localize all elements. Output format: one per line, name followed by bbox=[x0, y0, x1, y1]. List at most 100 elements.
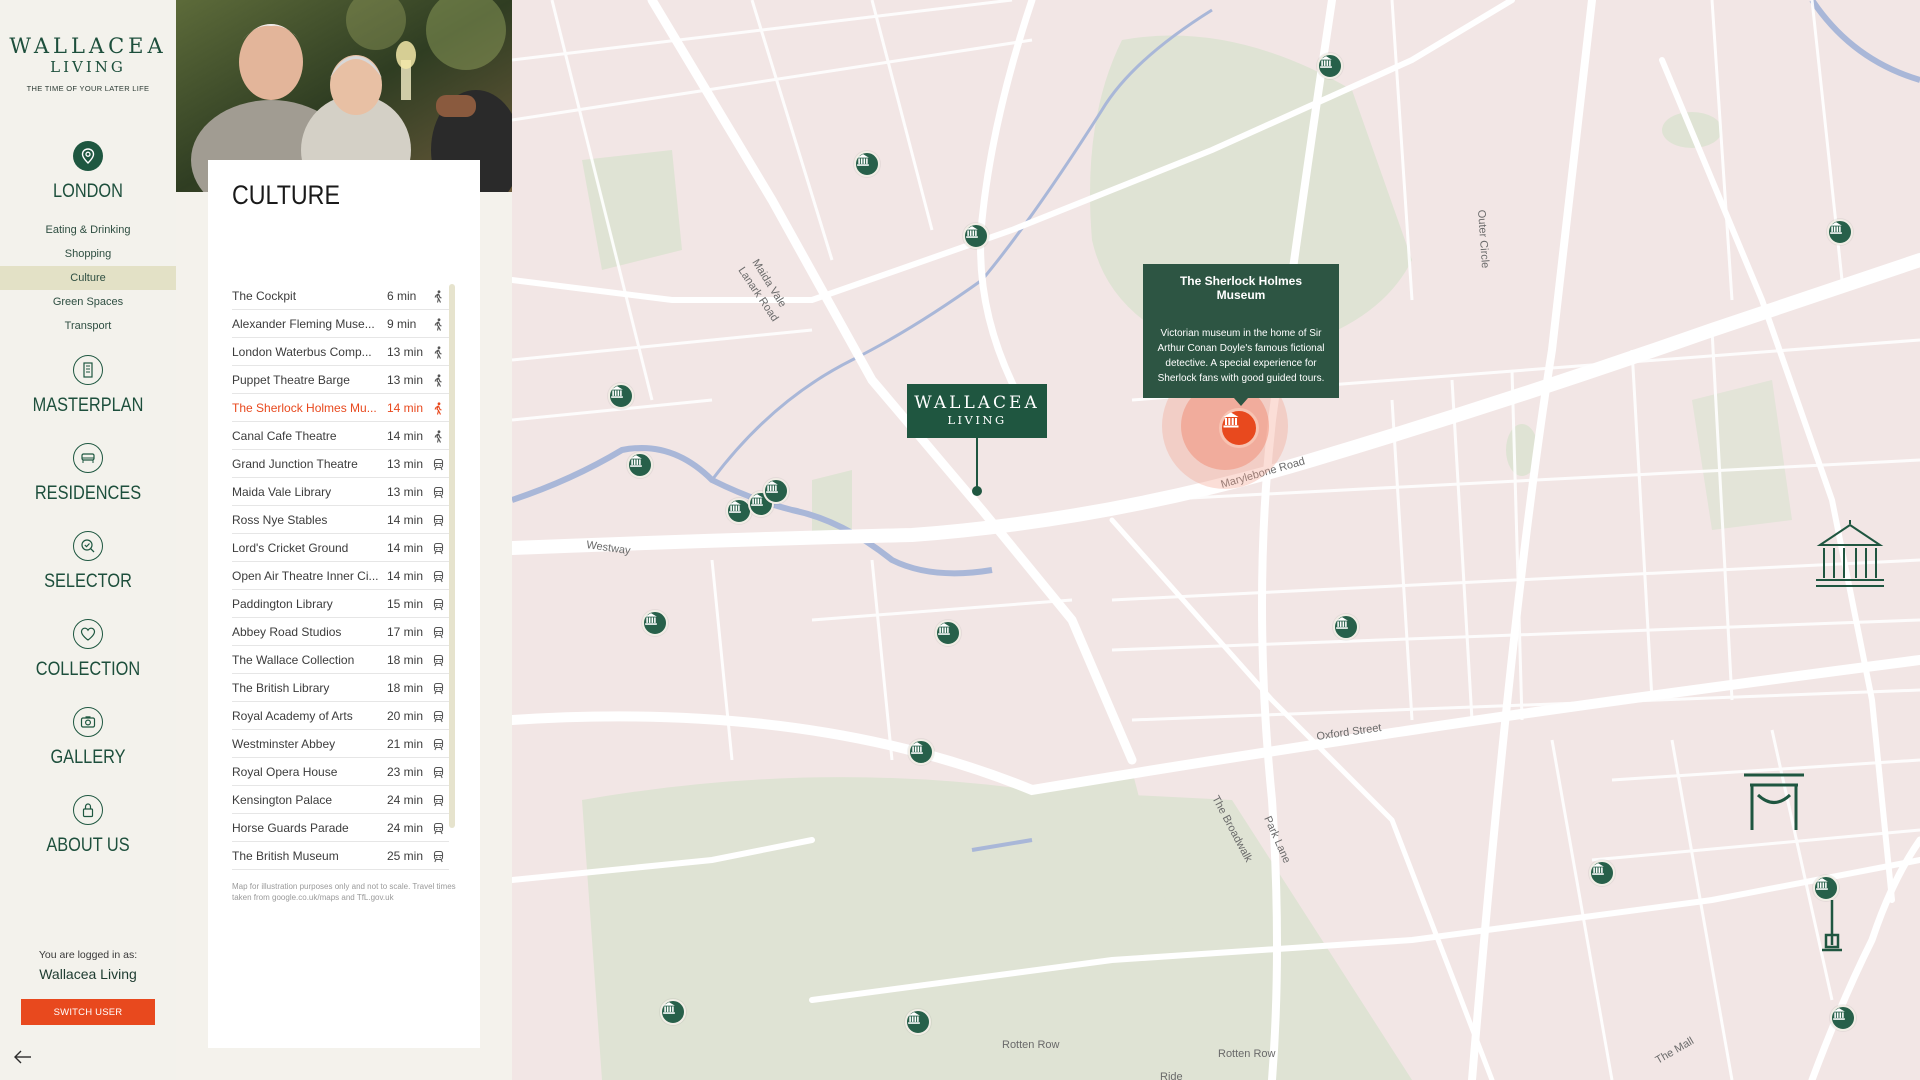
nav-residences[interactable]: RESIDENCES bbox=[0, 443, 176, 505]
nav-masterplan[interactable]: MASTERPLAN bbox=[0, 355, 176, 417]
heart-icon bbox=[73, 619, 103, 649]
culture-poi-marker[interactable] bbox=[608, 383, 634, 409]
map-canvas[interactable]: Maida Vale Lanark Road Westway Marylebon… bbox=[512, 0, 1920, 1080]
culture-list-item[interactable]: Canal Cafe Theatre 14 min bbox=[232, 422, 449, 450]
culture-list-item[interactable]: Abbey Road Studios 17 min bbox=[232, 618, 449, 646]
culture-poi-marker[interactable] bbox=[908, 739, 934, 765]
item-name: Westminster Abbey bbox=[232, 736, 336, 751]
culture-list-item[interactable]: The Sherlock Holmes Mu... 14 min bbox=[232, 394, 449, 422]
culture-poi-marker[interactable] bbox=[660, 999, 686, 1025]
culture-list-item[interactable]: The British Library 18 min bbox=[232, 674, 449, 702]
train-icon bbox=[432, 850, 445, 863]
culture-list-item[interactable]: Paddington Library 15 min bbox=[232, 590, 449, 618]
culture-list-item[interactable]: Horse Guards Parade 24 min bbox=[232, 814, 449, 842]
walking-icon bbox=[432, 318, 445, 331]
culture-poi-marker[interactable] bbox=[1827, 219, 1853, 245]
nav-selector[interactable]: SELECTOR bbox=[0, 531, 176, 593]
landmark-gate-icon bbox=[1744, 773, 1804, 830]
subnav-transport[interactable]: Transport bbox=[0, 314, 176, 338]
brand-line2: LIVING bbox=[50, 58, 126, 76]
item-name: Open Air Theatre Inner Ci... bbox=[232, 568, 379, 583]
culture-list-item[interactable]: Puppet Theatre Barge 13 min bbox=[232, 366, 449, 394]
culture-poi-marker[interactable] bbox=[1317, 53, 1343, 79]
list-scrollbar[interactable] bbox=[449, 284, 455, 828]
culture-list: The Cockpit 6 min Alexander Fleming Muse..… bbox=[232, 282, 449, 870]
culture-poi-marker[interactable] bbox=[763, 478, 789, 504]
culture-list-item[interactable]: Maida Vale Library 13 min bbox=[232, 478, 449, 506]
culture-list-item[interactable]: Alexander Fleming Muse... 9 min bbox=[232, 310, 449, 338]
item-name: London Waterbus Comp... bbox=[232, 344, 372, 359]
culture-poi-marker[interactable] bbox=[1589, 860, 1615, 886]
brand-tagline: THE TIME OF YOUR LATER LIFE bbox=[26, 84, 150, 93]
train-icon bbox=[432, 766, 445, 779]
subnav-shopping[interactable]: Shopping bbox=[0, 242, 176, 266]
subnav-eating-drinking[interactable]: Eating & Drinking bbox=[0, 218, 176, 242]
item-name: Abbey Road Studios bbox=[232, 624, 342, 639]
london-subnav: Eating & Drinking Shopping Culture Green… bbox=[0, 218, 176, 338]
item-time: 17 min bbox=[387, 624, 424, 639]
item-time: 6 min bbox=[387, 288, 417, 303]
train-icon bbox=[432, 794, 445, 807]
nav-gallery[interactable]: GALLERY bbox=[0, 707, 176, 769]
nav-about-us-label: ABOUT US bbox=[46, 835, 130, 856]
item-time: 21 min bbox=[387, 736, 424, 751]
culture-poi-marker[interactable] bbox=[1333, 614, 1359, 640]
culture-poi-marker[interactable] bbox=[935, 620, 961, 646]
brand-logo[interactable]: WALLACEA LIVING THE TIME OF YOUR LATER L… bbox=[0, 34, 176, 93]
culture-list-item[interactable]: Royal Opera House 23 min bbox=[232, 758, 449, 786]
subnav-culture[interactable]: Culture bbox=[0, 266, 176, 290]
culture-list-item[interactable]: Royal Academy of Arts 20 min bbox=[232, 702, 449, 730]
culture-list-item[interactable]: Lord's Cricket Ground 14 min bbox=[232, 534, 449, 562]
item-time: 15 min bbox=[387, 596, 424, 611]
nav-collection[interactable]: COLLECTION bbox=[0, 619, 176, 681]
culture-list-item[interactable]: The Wallace Collection 18 min bbox=[232, 646, 449, 674]
culture-list-item[interactable]: Westminster Abbey 21 min bbox=[232, 730, 449, 758]
culture-list-item[interactable]: The Cockpit 6 min bbox=[232, 282, 449, 310]
marker-line1: WALLACEA bbox=[914, 393, 1040, 413]
marker-stem bbox=[976, 438, 978, 489]
item-name: Lord's Cricket Ground bbox=[232, 540, 349, 555]
item-time: 13 min bbox=[387, 456, 424, 471]
label-outer-circle: Outer Circle bbox=[1475, 209, 1491, 268]
back-arrow-icon[interactable] bbox=[13, 1049, 33, 1065]
train-icon bbox=[432, 542, 445, 555]
panel-title: CULTURE bbox=[232, 180, 340, 210]
culture-list-item[interactable]: The British Museum 25 min bbox=[232, 842, 449, 870]
culture-poi-marker[interactable] bbox=[1830, 1005, 1856, 1031]
camera-icon bbox=[73, 707, 103, 737]
item-time: 25 min bbox=[387, 848, 424, 863]
item-name: The Cockpit bbox=[232, 288, 297, 303]
train-icon bbox=[432, 710, 445, 723]
train-icon bbox=[432, 570, 445, 583]
culture-poi-marker[interactable] bbox=[642, 610, 668, 636]
map-base: Maida Vale Lanark Road Westway Marylebon… bbox=[512, 0, 1920, 1080]
culture-poi-marker[interactable] bbox=[627, 452, 653, 478]
culture-list-item[interactable]: Ross Nye Stables 14 min bbox=[232, 506, 449, 534]
culture-list-item[interactable]: Open Air Theatre Inner Ci... 14 min bbox=[232, 562, 449, 590]
nav-about-us[interactable]: ABOUT US bbox=[0, 795, 176, 857]
walking-icon bbox=[432, 290, 445, 303]
culture-list-item[interactable]: Grand Junction Theatre 13 min bbox=[232, 450, 449, 478]
nav-london[interactable]: LONDON bbox=[0, 141, 176, 203]
tooltip-title: The Sherlock Holmes Museum bbox=[1179, 274, 1303, 302]
item-name: Paddington Library bbox=[232, 596, 333, 611]
item-time: 18 min bbox=[387, 680, 424, 695]
nav-residences-label: RESIDENCES bbox=[34, 483, 142, 504]
train-icon bbox=[432, 598, 445, 611]
development-marker[interactable]: WALLACEA LIVING bbox=[907, 384, 1047, 438]
nav-gallery-label: GALLERY bbox=[50, 747, 126, 768]
culture-list-item[interactable]: London Waterbus Comp... 13 min bbox=[232, 338, 449, 366]
culture-list-item[interactable]: Kensington Palace 24 min bbox=[232, 786, 449, 814]
culture-poi-marker[interactable] bbox=[905, 1009, 931, 1035]
culture-poi-marker[interactable] bbox=[963, 223, 989, 249]
switch-user-button[interactable]: SWITCH USER bbox=[21, 999, 155, 1025]
tooltip-pointer bbox=[1234, 398, 1248, 406]
nav-masterplan-label: MASTERPLAN bbox=[32, 395, 144, 416]
logged-in-info: You are logged in as: Wallacea Living bbox=[0, 949, 176, 982]
culture-poi-marker[interactable] bbox=[854, 151, 880, 177]
item-name: The British Museum bbox=[232, 848, 339, 863]
train-icon bbox=[432, 458, 445, 471]
culture-poi-marker[interactable] bbox=[1813, 875, 1839, 901]
selected-museum-marker[interactable] bbox=[1219, 408, 1259, 448]
subnav-green-spaces[interactable]: Green Spaces bbox=[0, 290, 176, 314]
